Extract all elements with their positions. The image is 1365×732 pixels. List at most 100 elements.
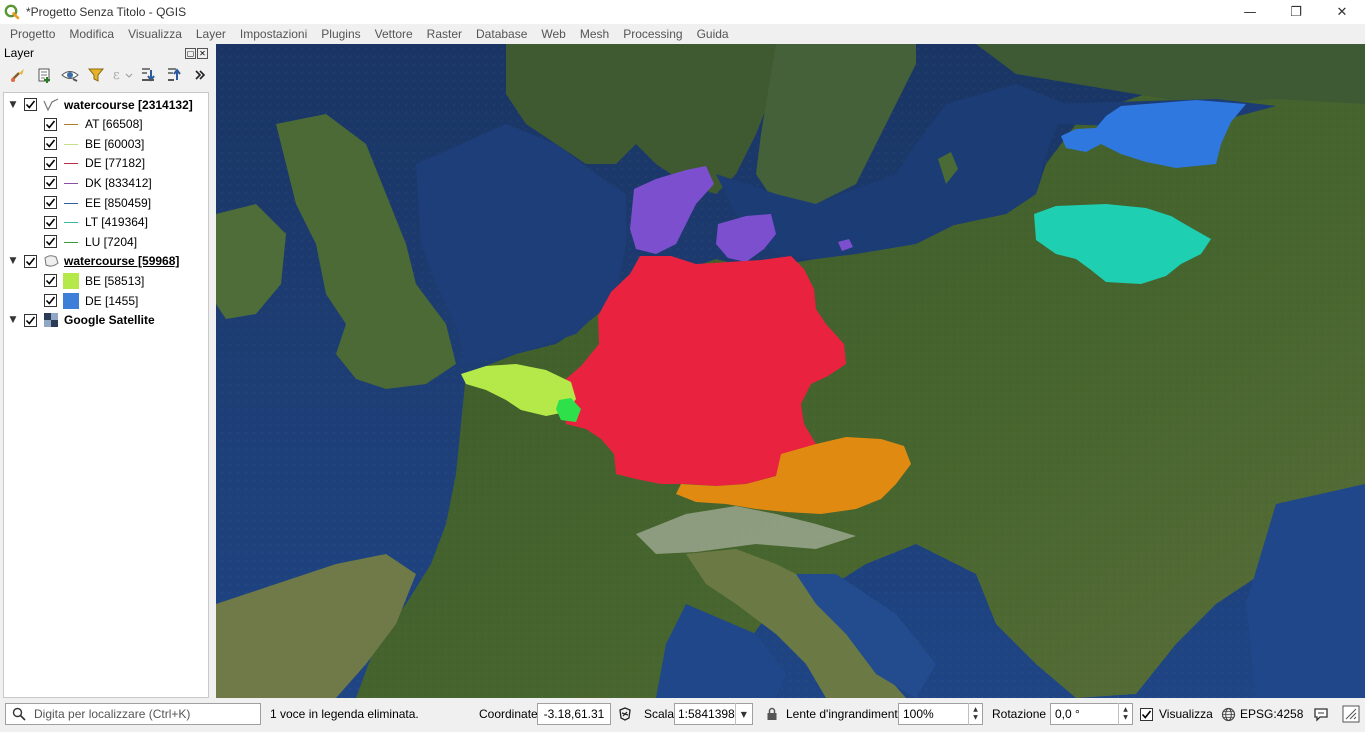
rotation-label: Rotazione bbox=[992, 707, 1047, 721]
scale-value: 1:5841398 bbox=[678, 707, 735, 721]
menu-guida[interactable]: Guida bbox=[690, 27, 736, 41]
messages-icon[interactable] bbox=[1312, 703, 1330, 725]
spin-arrows-icon[interactable]: ▲ ▼ bbox=[968, 703, 982, 725]
legend-class-item[interactable]: EE [850459] bbox=[44, 193, 151, 212]
scale-select[interactable]: 1:5841398 ▼ bbox=[674, 703, 753, 725]
layer-visibility-checkbox[interactable] bbox=[44, 137, 57, 151]
svg-text:ε: ε bbox=[113, 68, 120, 83]
globe-icon bbox=[1221, 707, 1236, 721]
legend-class-item[interactable]: DE [1455] bbox=[44, 291, 138, 310]
menu-progetto[interactable]: Progetto bbox=[3, 27, 62, 41]
visibility-icon[interactable] bbox=[58, 64, 82, 86]
crs-label: EPSG:4258 bbox=[1240, 707, 1304, 721]
lock-icon[interactable] bbox=[765, 703, 779, 725]
menu-modifica[interactable]: Modifica bbox=[62, 27, 121, 41]
layer-visibility-checkbox[interactable] bbox=[24, 254, 37, 268]
expand-arrow-icon[interactable]: ▼ bbox=[8, 256, 18, 266]
coordinate-label: Coordinate bbox=[479, 707, 538, 721]
extents-toggle-icon[interactable] bbox=[616, 703, 634, 725]
map-canvas[interactable] bbox=[216, 44, 1365, 698]
style-icon[interactable] bbox=[6, 64, 30, 86]
filter-icon[interactable] bbox=[84, 64, 108, 86]
float-panel-icon[interactable]: ▢ bbox=[185, 47, 196, 59]
layer-visibility-checkbox[interactable] bbox=[44, 176, 57, 190]
crs-button[interactable]: EPSG:4258 bbox=[1221, 703, 1303, 725]
menu-vettore[interactable]: Vettore bbox=[368, 27, 420, 41]
coordinate-field[interactable]: -3.18,61.31 bbox=[537, 703, 611, 725]
line-symbol-icon bbox=[63, 117, 79, 131]
render-toggle[interactable]: Visualizza bbox=[1140, 703, 1213, 725]
search-icon bbox=[12, 707, 26, 721]
more-icon[interactable] bbox=[188, 64, 212, 86]
layer-visibility-checkbox[interactable] bbox=[44, 294, 57, 307]
chevron-down-icon[interactable]: ▼ bbox=[734, 703, 752, 725]
title-bar: *Progetto Senza Titolo - QGIS — ❐ ✕ bbox=[0, 0, 1365, 24]
resize-grip-icon[interactable] bbox=[1341, 703, 1361, 725]
menu-visualizza[interactable]: Visualizza bbox=[121, 27, 189, 41]
layer-visibility-checkbox[interactable] bbox=[44, 196, 57, 209]
layers-panel-header: Layer ▢ ✕ bbox=[0, 44, 212, 62]
layer-label: EE [850459] bbox=[85, 195, 152, 210]
line-symbol-icon bbox=[63, 156, 79, 170]
maximize-button[interactable]: ❐ bbox=[1273, 0, 1319, 24]
layer-visibility-checkbox[interactable] bbox=[44, 274, 57, 288]
window-title: *Progetto Senza Titolo - QGIS bbox=[26, 5, 187, 19]
line-symbol-icon bbox=[63, 137, 79, 151]
layer-label: DE [77182] bbox=[85, 156, 146, 171]
layer-label: AT [66508] bbox=[85, 117, 143, 132]
legend-class-item[interactable]: DE [77182] bbox=[44, 154, 145, 173]
collapse-all-icon[interactable] bbox=[162, 64, 186, 86]
close-panel-icon[interactable]: ✕ bbox=[197, 47, 208, 59]
legend-class-item[interactable]: LT [419364] bbox=[44, 213, 148, 232]
menu-plugins[interactable]: Plugins bbox=[314, 27, 367, 41]
menu-impostazioni[interactable]: Impostazioni bbox=[233, 27, 314, 41]
qgis-logo-icon bbox=[4, 4, 20, 20]
layer-label: BE [58513] bbox=[85, 273, 145, 288]
layer-visibility-checkbox[interactable] bbox=[24, 313, 37, 327]
menu-mesh[interactable]: Mesh bbox=[573, 27, 616, 41]
expand-arrow-icon[interactable]: ▼ bbox=[8, 315, 18, 325]
menu-layer[interactable]: Layer bbox=[189, 27, 233, 41]
satellite-basemap bbox=[216, 44, 1365, 698]
layer-label: watercourse [59968] bbox=[64, 254, 180, 269]
layer-label: LU [7204] bbox=[85, 234, 138, 249]
layer-visibility-checkbox[interactable] bbox=[24, 98, 37, 111]
layer-tree: ▼ watercourse [2314132] AT [66508] BE [6000… bbox=[3, 92, 209, 698]
layer-tree-item[interactable]: ▼ Google Satellite bbox=[8, 311, 155, 330]
add-group-icon[interactable] bbox=[32, 64, 56, 86]
line-symbol-icon bbox=[63, 215, 79, 229]
fill-symbol-icon bbox=[63, 292, 79, 309]
expression-filter-icon[interactable]: ε bbox=[110, 64, 134, 86]
render-label: Visualizza bbox=[1159, 707, 1213, 721]
layer-tree-item[interactable]: ▼ watercourse [59968] bbox=[8, 252, 180, 271]
layer-tree-item[interactable]: ▼ watercourse [2314132] bbox=[8, 95, 193, 114]
layer-label: LT [419364] bbox=[85, 215, 148, 230]
layers-panel-title: Layer bbox=[4, 46, 35, 60]
polygon-layer-icon bbox=[43, 254, 59, 268]
legend-class-item[interactable]: LU [7204] bbox=[44, 232, 137, 251]
expand-all-icon[interactable] bbox=[136, 64, 160, 86]
scale-label: Scala bbox=[644, 707, 675, 721]
menu-processing[interactable]: Processing bbox=[616, 27, 689, 41]
layer-visibility-checkbox[interactable] bbox=[44, 235, 57, 249]
rotation-spinbox[interactable]: 0,0 ° ▲ ▼ bbox=[1050, 703, 1133, 725]
locator-search-input[interactable]: Digita per localizzare (Ctrl+K) bbox=[5, 703, 261, 725]
expand-arrow-icon[interactable]: ▼ bbox=[8, 100, 18, 110]
layer-visibility-checkbox[interactable] bbox=[44, 215, 57, 229]
legend-class-item[interactable]: DK [833412] bbox=[44, 173, 152, 192]
layer-visibility-checkbox[interactable] bbox=[44, 156, 57, 170]
menu-web[interactable]: Web bbox=[534, 27, 572, 41]
render-checkbox[interactable] bbox=[1140, 707, 1153, 721]
spin-arrows-icon[interactable]: ▲ ▼ bbox=[1118, 703, 1132, 725]
layer-label: DK [833412] bbox=[85, 175, 152, 190]
line-symbol-icon bbox=[63, 176, 79, 190]
minimize-button[interactable]: — bbox=[1227, 0, 1273, 24]
legend-class-item[interactable]: AT [66508] bbox=[44, 115, 143, 134]
layer-visibility-checkbox[interactable] bbox=[44, 117, 57, 131]
legend-class-item[interactable]: BE [60003] bbox=[44, 134, 144, 153]
magnifier-spinbox[interactable]: 100% ▲ ▼ bbox=[898, 703, 983, 725]
close-button[interactable]: ✕ bbox=[1319, 0, 1365, 24]
menu-raster[interactable]: Raster bbox=[420, 27, 469, 41]
legend-class-item[interactable]: BE [58513] bbox=[44, 271, 144, 290]
menu-database[interactable]: Database bbox=[469, 27, 534, 41]
